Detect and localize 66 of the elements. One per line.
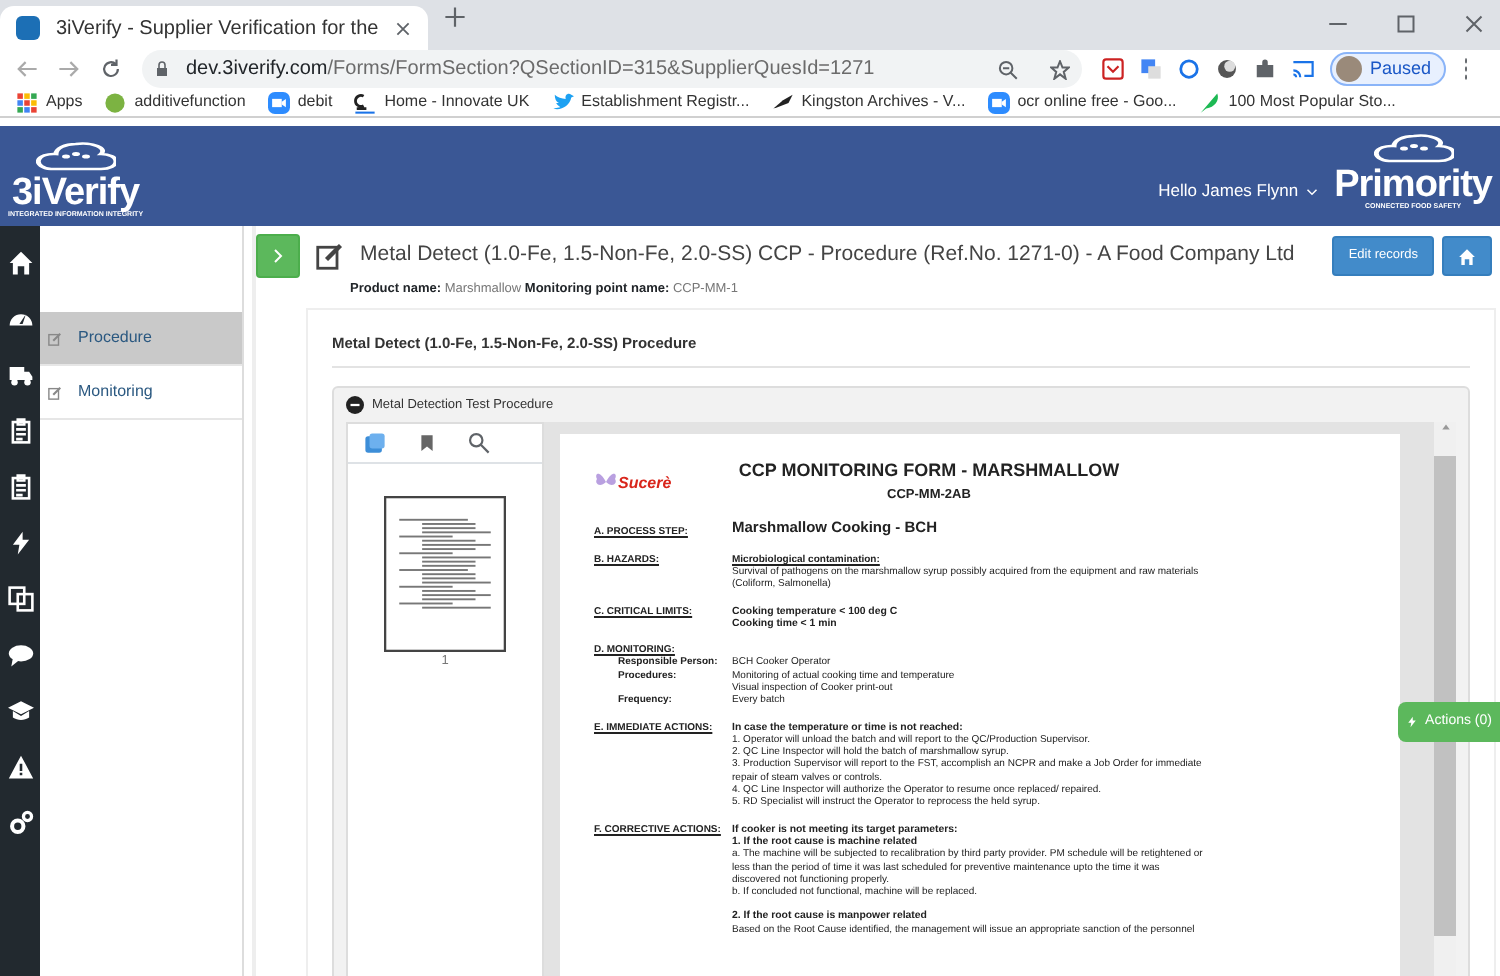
star-icon[interactable] [1050, 59, 1070, 79]
tab-title: 3iVerify - Supplier Verification for the [56, 15, 379, 43]
edit-icon [48, 385, 62, 400]
clipboard-icon[interactable] [7, 473, 33, 500]
address-bar[interactable]: dev.3iverify.com/Forms/FormSection?QSectionID=315&SupplierQuesId=1271 [142, 50, 1082, 88]
bolt-icon [1405, 714, 1418, 731]
apps-grid-icon [16, 91, 38, 114]
browser-tab[interactable]: 3iVerify - Supplier Verification for the [0, 6, 429, 50]
bookmark-icon[interactable] [418, 432, 436, 455]
bookmark-link[interactable]: additivefunction [104, 90, 246, 115]
menu-icon[interactable] [1461, 58, 1470, 80]
gears-icon[interactable] [7, 809, 33, 836]
collapse-icon[interactable] [346, 396, 364, 415]
extension-icon[interactable] [1178, 58, 1200, 80]
reload-icon[interactable] [100, 58, 122, 80]
bookmark-link[interactable]: Apps [16, 90, 83, 115]
circle-icon [104, 91, 127, 114]
document-logo: Sucerè [618, 471, 672, 496]
puzzle-icon[interactable] [1254, 58, 1276, 80]
lock-icon [154, 60, 170, 78]
close-icon[interactable] [394, 19, 413, 37]
brand-logo: Primority [1334, 165, 1492, 204]
truck-icon[interactable] [7, 361, 33, 388]
copy-icon[interactable] [7, 585, 33, 612]
new-tab-icon[interactable] [444, 6, 467, 29]
logo-icon [354, 91, 377, 114]
edit-icon [48, 331, 62, 346]
bookmark-link[interactable]: Establishment Registr... [551, 90, 750, 115]
cast-icon[interactable] [1292, 58, 1314, 80]
bookmark-link[interactable]: 100 Most Popular Sto... [1198, 90, 1396, 115]
home-button[interactable] [1442, 236, 1492, 277]
home-icon[interactable] [7, 249, 33, 276]
page-title: Metal Detect (1.0-Fe, 1.5-Non-Fe, 2.0-SS) CCP - Procedure (Ref.No. 1271-0) - A Food Company Ltd [360, 240, 1295, 271]
extension-icon[interactable] [1102, 58, 1124, 80]
zoom-icon[interactable] [998, 59, 1018, 79]
warning-icon[interactable] [7, 753, 33, 780]
bookmark-link[interactable]: ocr online free - Goo... [987, 90, 1177, 115]
thumbnails-icon[interactable] [364, 432, 386, 455]
bookmark-link[interactable]: Home - Innovate UK [354, 90, 530, 115]
toggle-button[interactable] [256, 234, 300, 279]
speech-bubble-icon[interactable] [7, 641, 33, 668]
side-menu-item[interactable]: Procedure [40, 312, 242, 367]
profile-button[interactable]: Paused [1330, 52, 1446, 86]
favicon-icon [16, 16, 40, 40]
avatar-icon [1336, 56, 1362, 82]
scroll-up-icon [1439, 422, 1451, 433]
bookmark-link[interactable]: debit [267, 90, 333, 115]
bolt-icon[interactable] [7, 529, 33, 556]
close-icon[interactable] [1464, 14, 1484, 34]
page-thumbnail[interactable] [384, 496, 506, 653]
user-menu[interactable]: Hello James Flynn [1158, 178, 1319, 205]
feather-icon [1198, 91, 1221, 114]
chevron-right-icon [270, 248, 286, 265]
graduation-cap-icon[interactable] [7, 697, 33, 724]
caret-icon [1306, 185, 1319, 198]
maximize-icon[interactable] [1396, 14, 1416, 34]
translate-icon[interactable] [1140, 58, 1162, 80]
url-text: dev.3iverify.com/Forms/FormSection?QSectionID=315&SupplierQuesId=1271 [186, 56, 875, 84]
bookmark-link[interactable]: Kingston Archives - V... [771, 90, 966, 115]
edit-icon [316, 242, 344, 271]
clipboard-icon[interactable] [7, 417, 33, 444]
search-icon[interactable] [468, 432, 490, 455]
document-title: CCP MONITORING FORM - MARSHMALLOW [736, 458, 1122, 485]
app-logo[interactable]: 3iVerify [11, 173, 140, 212]
extension-icon[interactable] [1216, 58, 1238, 80]
home-icon [1458, 247, 1476, 266]
